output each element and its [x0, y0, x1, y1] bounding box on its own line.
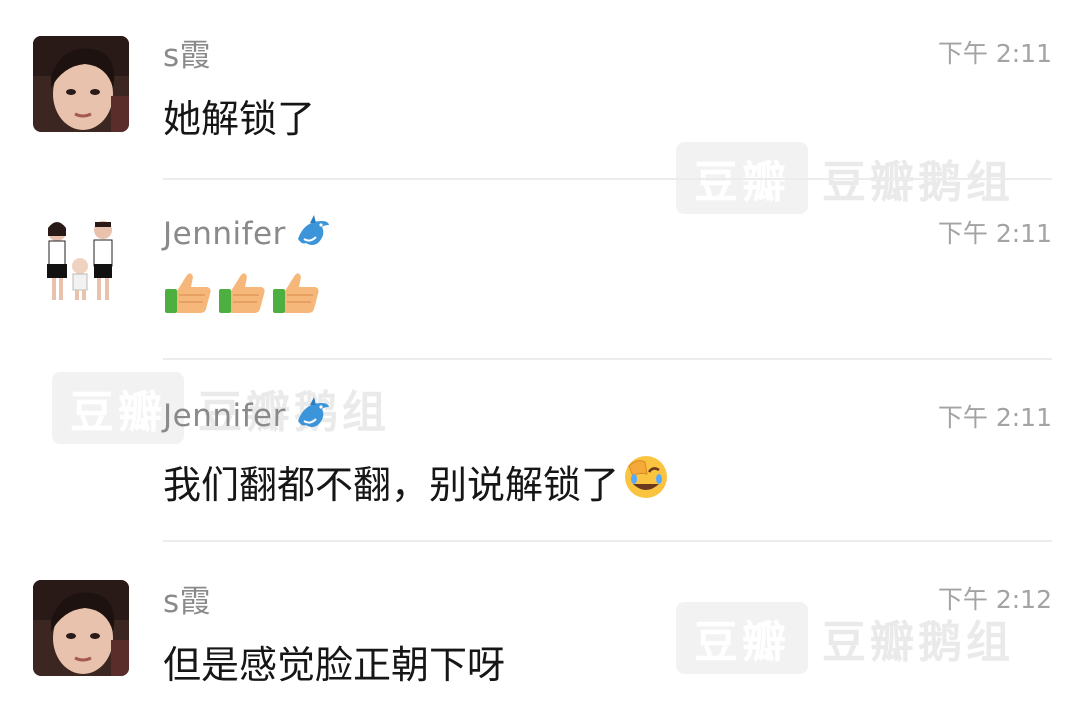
- thumbs-up-icon: [271, 269, 321, 324]
- message-time: 下午 2:11: [937, 403, 1052, 432]
- sender-name: Jennifer: [163, 216, 286, 252]
- message-time: 下午 2:11: [937, 39, 1052, 68]
- thumbs-up-icon: [217, 269, 267, 324]
- message-text: 但是感觉脸正朝下呀: [163, 642, 506, 687]
- dolphin-icon: [294, 395, 332, 437]
- message-item[interactable]: Jennifer 下午 2:11: [0, 180, 1080, 360]
- chat-thread: 豆瓣 豆瓣鹅组 豆瓣 豆瓣鹅组 豆瓣 豆瓣鹅组 s霞 下午 2:11 她解锁了 …: [0, 0, 1080, 704]
- sender-name: s霞: [163, 583, 212, 620]
- face-palm-laugh-icon: [623, 454, 669, 509]
- avatar[interactable]: [33, 580, 129, 676]
- thumbs-up-icon: [163, 269, 213, 324]
- message-text: 我们翻都不翻，别说解锁了: [163, 462, 620, 507]
- avatar[interactable]: [33, 214, 129, 310]
- avatar[interactable]: [33, 36, 129, 132]
- sender-name: Jennifer: [163, 398, 286, 434]
- sender-name: s霞: [163, 37, 212, 74]
- message-item[interactable]: s霞 下午 2:11 她解锁了: [0, 0, 1080, 180]
- message-text: 她解锁了: [163, 96, 316, 141]
- message-item[interactable]: Jennifer 下午 2:11 我们翻都不翻，别说解锁了: [0, 360, 1080, 540]
- message-time: 下午 2:11: [937, 219, 1052, 248]
- emoji-row: [163, 269, 321, 324]
- dolphin-icon: [294, 213, 332, 255]
- message-time: 下午 2:12: [937, 585, 1052, 614]
- message-item[interactable]: s霞 下午 2:12 但是感觉脸正朝下呀: [0, 542, 1080, 704]
